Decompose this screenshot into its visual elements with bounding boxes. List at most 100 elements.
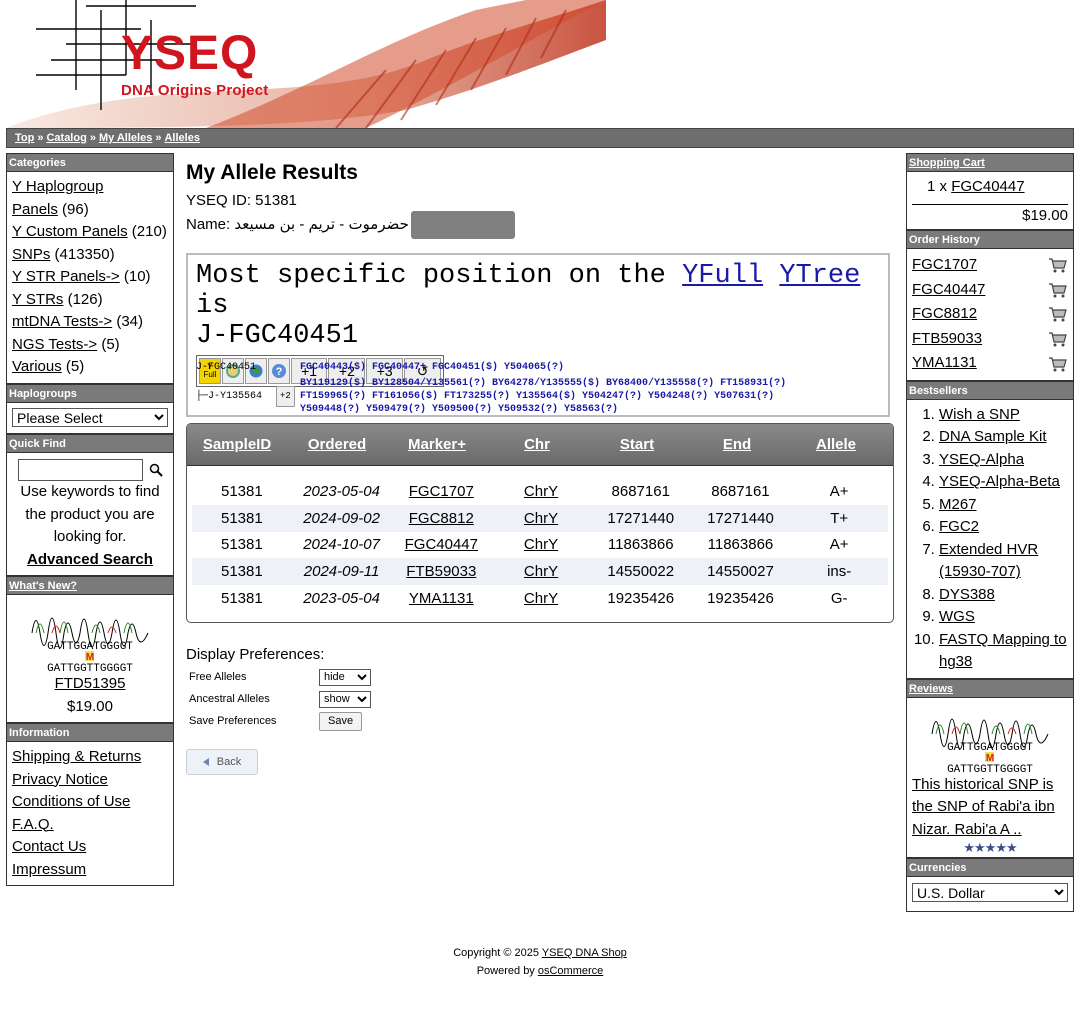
haplogroup-select[interactable]: Please Select [12,407,168,427]
bestseller-link[interactable]: FGC2 [939,518,979,535]
category-link-snps[interactable]: SNPs [12,246,50,263]
yfull-link[interactable]: YFull [682,261,763,291]
bestseller-link[interactable]: WGS [939,608,975,625]
order-history-link[interactable]: YMA1131 [912,351,977,376]
haplogroups-box: Please Select [6,402,174,434]
info-link-conditions[interactable]: Conditions of Use [12,793,130,810]
breadcrumb-top[interactable]: Top [15,132,34,144]
reviews-link[interactable]: Reviews [909,683,953,695]
order-history-link[interactable]: FTB59033 [912,327,982,352]
category-link-various[interactable]: Various [12,358,62,375]
col-start[interactable]: Start [587,424,687,465]
cell-marker-link[interactable]: FGC8812 [391,505,491,532]
col-allele[interactable]: Allele [787,424,885,465]
left-column: Categories Y Haplogroup Panels (96) Y Cu… [6,153,174,886]
footer-shop-link[interactable]: YSEQ DNA Shop [542,947,627,959]
cell-marker-link[interactable]: FGC40447 [391,532,491,559]
snp-tree: J-FGC40451 FGC40443($) FGC40447+ FGC4045… [196,361,886,416]
categories-box: Y Haplogroup Panels (96) Y Custom Panels… [6,172,174,384]
category-link-y-strs[interactable]: Y STRs [12,291,63,308]
svg-text:GATTGGTTGGGGT: GATTGGTTGGGGT [47,663,133,673]
right-column: Shopping Cart 1 x FGC40447 $19.00 Order … [906,153,1074,912]
page-title: My Allele Results [186,161,358,184]
cell-start: 19235426 [607,590,675,608]
cart-icon[interactable] [1048,257,1068,273]
bestseller-link[interactable]: DNA Sample Kit [939,428,1047,445]
bestseller-link[interactable]: M267 [939,496,977,513]
info-link-privacy[interactable]: Privacy Notice [12,771,108,788]
category-link-y-custom-panels[interactable]: Y Custom Panels [12,223,128,240]
order-history-item: FGC1707 [912,253,1068,278]
breadcrumb-my-alleles[interactable]: My Alleles [99,132,152,144]
search-icon[interactable] [149,463,163,477]
ytree-link[interactable]: YTree [779,261,860,291]
cart-icon[interactable] [1048,282,1068,298]
cell-chr-link[interactable]: ChrY [491,478,591,505]
yseq-id: YSEQ ID: 51381 [186,192,297,209]
ancestral-alleles-select[interactable]: show [319,690,371,708]
cell-chr-link[interactable]: ChrY [491,585,591,612]
cart-icon[interactable] [1048,306,1068,322]
display-preferences: Display Preferences: Free Alleles hide A… [186,646,371,732]
bestseller-item: FGC2 [939,516,1068,539]
info-link-contact[interactable]: Contact Us [12,838,86,855]
cart-item-link[interactable]: FGC40447 [951,178,1024,195]
cell-marker-link[interactable]: FTB59033 [391,558,491,585]
shopping-cart-link[interactable]: Shopping Cart [909,157,985,169]
currency-select[interactable]: U.S. Dollar [912,883,1068,903]
quick-find-help: Use keywords to find the product you are… [20,483,160,545]
col-sampleid[interactable]: SampleID [187,424,287,465]
cell-marker-link[interactable]: YMA1131 [391,585,491,612]
category-link-y-str-panels[interactable]: Y STR Panels-> [12,268,120,285]
order-history-link[interactable]: FGC8812 [912,302,977,327]
col-marker[interactable]: Marker+ [387,424,487,465]
category-link-panels[interactable]: Panels [12,201,58,218]
col-chr[interactable]: Chr [487,424,587,465]
table-row: 51381 2024-09-02 FGC8812 ChrY 17271440 1… [192,504,888,532]
bestseller-link[interactable]: YSEQ-Alpha [939,451,1024,468]
back-button[interactable]: Back [186,749,258,775]
cell-chr-link[interactable]: ChrY [491,558,591,585]
category-link-y-haplogroup[interactable]: Y Haplogroup [12,178,103,195]
free-alleles-select[interactable]: hide [319,668,371,686]
save-preferences-button[interactable]: Save [319,711,363,731]
info-link-impressum[interactable]: Impressum [12,861,86,878]
col-end[interactable]: End [687,424,787,465]
bestseller-item: Wish a SNP [939,404,1068,427]
bestseller-link[interactable]: YSEQ-Alpha-Beta [939,473,1060,490]
snp-list-line: BY119129($) BY128504/Y135561(?) BY64278/… [300,378,787,389]
order-history-link[interactable]: FGC40447 [912,278,985,303]
whats-new-product-link[interactable]: FTD51395 [55,675,126,692]
cart-icon[interactable] [1048,356,1068,372]
cell-end: 11863866 [707,536,774,554]
snp-expand-button[interactable]: +2 [276,386,295,407]
cell-chr-link[interactable]: ChrY [491,505,591,532]
whats-new-link[interactable]: What's New? [9,580,77,592]
bestseller-link[interactable]: DYS388 [939,586,995,603]
pref-row: Free Alleles hide [186,666,371,688]
bestseller-link[interactable]: Wish a SNP [939,406,1020,423]
breadcrumb-alleles[interactable]: Alleles [164,132,199,144]
cell-chr-link[interactable]: ChrY [491,532,591,559]
cell-start: 11863866 [607,536,674,554]
chromatogram-icon[interactable]: GATTGGATGGGGT M GATTGGTTGGGGT [930,704,1050,774]
currencies-box: U.S. Dollar [906,877,1074,912]
chromatogram-icon[interactable]: GATTGGATGGGGT M GATTGGTTGGGGT [30,603,150,673]
quick-find-input[interactable] [17,459,143,481]
advanced-search-link[interactable]: Advanced Search [27,551,153,568]
cart-icon[interactable] [1048,331,1068,347]
footer-engine-link[interactable]: osCommerce [538,965,603,977]
info-link-shipping[interactable]: Shipping & Returns [12,748,141,765]
cell-marker-link[interactable]: FGC1707 [391,478,491,505]
order-history-link[interactable]: FGC1707 [912,253,977,278]
review-text-link[interactable]: This historical SNP is the SNP of Rabi'a… [912,776,1055,838]
bestseller-link[interactable]: FASTQ Mapping to hg38 [939,631,1067,671]
cell-start: 8687161 [611,482,670,500]
category-link-ngs-tests[interactable]: NGS Tests-> [12,336,97,353]
category-link-mtdna-tests[interactable]: mtDNA Tests-> [12,313,112,330]
bestseller-link[interactable]: Extended HVR (15930-707) [939,541,1038,581]
breadcrumb-catalog[interactable]: Catalog [46,132,86,144]
col-ordered[interactable]: Ordered [287,424,387,465]
allele-table-header: SampleID Ordered Marker+ Chr Start End A… [187,424,893,466]
info-link-faq[interactable]: F.A.Q. [12,816,54,833]
